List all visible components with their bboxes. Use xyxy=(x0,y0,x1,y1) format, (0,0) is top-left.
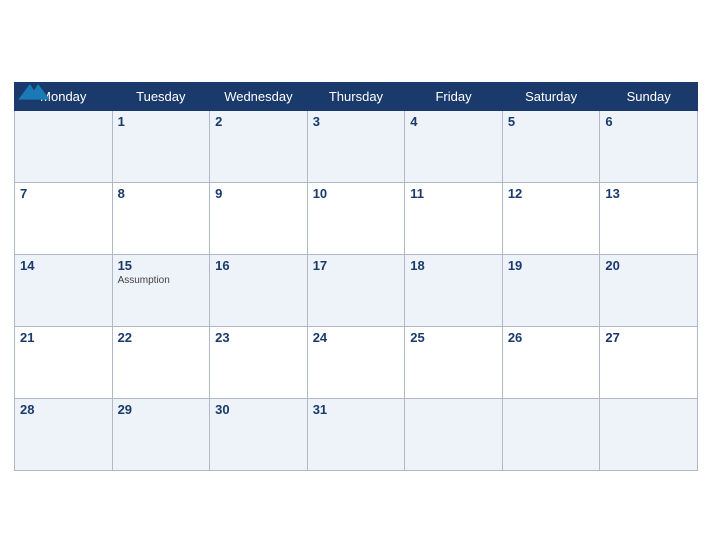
header-thursday: Thursday xyxy=(307,82,405,110)
calendar-cell: 21 xyxy=(15,326,113,398)
calendar-cell: 3 xyxy=(307,110,405,182)
day-number: 20 xyxy=(605,258,692,273)
calendar-cell: 28 xyxy=(15,398,113,470)
event-label: Assumption xyxy=(118,275,205,286)
header-friday: Friday xyxy=(405,82,503,110)
day-number: 16 xyxy=(215,258,302,273)
calendar-cell: 25 xyxy=(405,326,503,398)
calendar-table: Monday Tuesday Wednesday Thursday Friday… xyxy=(14,82,698,471)
calendar-cell: 18 xyxy=(405,254,503,326)
day-number: 19 xyxy=(508,258,595,273)
day-number: 28 xyxy=(20,402,107,417)
day-number: 29 xyxy=(118,402,205,417)
calendar-week-row: 123456 xyxy=(15,110,698,182)
day-number: 25 xyxy=(410,330,497,345)
calendar-cell: 27 xyxy=(600,326,698,398)
day-number: 14 xyxy=(20,258,107,273)
calendar-cell: 22 xyxy=(112,326,210,398)
day-number: 11 xyxy=(410,186,497,201)
logo-area xyxy=(14,76,54,102)
day-number: 27 xyxy=(605,330,692,345)
day-number: 31 xyxy=(313,402,400,417)
calendar-week-row: 14 15 Assumption 16 17 18 19 20 xyxy=(15,254,698,326)
calendar-cell: 12 xyxy=(502,182,600,254)
day-number: 24 xyxy=(313,330,400,345)
calendar-cell: 24 xyxy=(307,326,405,398)
header-saturday: Saturday xyxy=(502,82,600,110)
calendar-cell: 8 xyxy=(112,182,210,254)
calendar-cell: 11 xyxy=(405,182,503,254)
calendar-week-row: 21 22 23 24 25 26 27 xyxy=(15,326,698,398)
day-number: 12 xyxy=(508,186,595,201)
day-number: 4 xyxy=(410,114,497,129)
calendar-cell: 1 xyxy=(112,110,210,182)
day-number: 1 xyxy=(118,114,205,129)
day-number: 3 xyxy=(313,114,400,129)
calendar-week-row: 789 10 11 12 13 xyxy=(15,182,698,254)
calendar-cell: 10 xyxy=(307,182,405,254)
day-number: 23 xyxy=(215,330,302,345)
calendar-cell: 2 xyxy=(210,110,308,182)
calendar-cell: 26 xyxy=(502,326,600,398)
calendar-cell: 16 xyxy=(210,254,308,326)
calendar-cell xyxy=(405,398,503,470)
header-sunday: Sunday xyxy=(600,82,698,110)
calendar-cell: 4 xyxy=(405,110,503,182)
day-number: 6 xyxy=(605,114,692,129)
day-number: 8 xyxy=(118,186,205,201)
day-number: 15 xyxy=(118,258,205,273)
calendar-cell: 17 xyxy=(307,254,405,326)
day-number: 5 xyxy=(508,114,595,129)
day-number: 18 xyxy=(410,258,497,273)
calendar-cell: 13 xyxy=(600,182,698,254)
calendar-cell: 7 xyxy=(15,182,113,254)
header-wednesday: Wednesday xyxy=(210,82,308,110)
day-number: 7 xyxy=(20,186,107,201)
logo-icon xyxy=(14,76,54,106)
day-number: 30 xyxy=(215,402,302,417)
calendar-week-row: 28 29 30 31 xyxy=(15,398,698,470)
header-tuesday: Tuesday xyxy=(112,82,210,110)
calendar-cell xyxy=(502,398,600,470)
calendar-cell: 14 xyxy=(15,254,113,326)
day-number: 21 xyxy=(20,330,107,345)
calendar-cell: 19 xyxy=(502,254,600,326)
calendar-cell xyxy=(15,110,113,182)
day-number: 10 xyxy=(313,186,400,201)
calendar-cell: 23 xyxy=(210,326,308,398)
calendar-cell xyxy=(600,398,698,470)
day-number: 22 xyxy=(118,330,205,345)
calendar-cell: 20 xyxy=(600,254,698,326)
day-number: 17 xyxy=(313,258,400,273)
day-number: 9 xyxy=(215,186,302,201)
calendar-cell: 9 xyxy=(210,182,308,254)
weekday-header-row: Monday Tuesday Wednesday Thursday Friday… xyxy=(15,82,698,110)
calendar-wrapper: Monday Tuesday Wednesday Thursday Friday… xyxy=(0,66,712,485)
calendar-cell: 31 xyxy=(307,398,405,470)
calendar-cell: 15 Assumption xyxy=(112,254,210,326)
day-number: 13 xyxy=(605,186,692,201)
calendar-cell: 6 xyxy=(600,110,698,182)
calendar-cell: 5 xyxy=(502,110,600,182)
day-number: 26 xyxy=(508,330,595,345)
calendar-cell: 29 xyxy=(112,398,210,470)
calendar-cell: 30 xyxy=(210,398,308,470)
day-number: 2 xyxy=(215,114,302,129)
